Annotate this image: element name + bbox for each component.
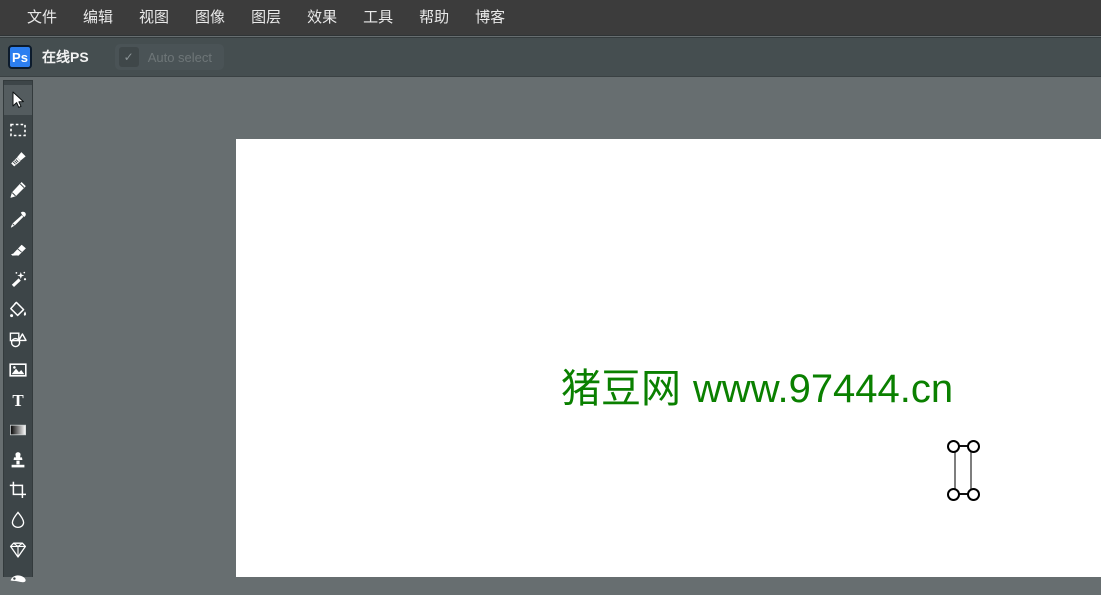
transform-handle-top-left[interactable] [947, 440, 960, 453]
tool-gradient[interactable] [4, 415, 32, 445]
tool-blur[interactable] [4, 505, 32, 535]
tool-marquee-select[interactable] [4, 115, 32, 145]
gradient-tool-icon [9, 421, 27, 439]
transform-handle-bottom-right[interactable] [967, 488, 980, 501]
pencil-tool-icon [9, 181, 27, 199]
menu-tools[interactable]: 工具 [350, 4, 406, 31]
eyedropper-tool-icon [9, 211, 27, 229]
transform-bar-left [954, 446, 956, 494]
svg-text:T: T [12, 391, 24, 409]
canvas-area[interactable]: 猪豆网 www.97444.cn [236, 139, 1101, 577]
marquee-select-tool-icon [9, 121, 27, 139]
tool-eraser[interactable] [4, 235, 32, 265]
transform-handle-bottom-left[interactable] [947, 488, 960, 501]
transform-bar-right [970, 446, 972, 494]
menu-bar: 文件 编辑 视图 图像 图层 效果 工具 帮助 博客 [0, 0, 1101, 36]
watermark-latin: www.97444.cn [693, 367, 954, 411]
photoshop-logo-icon: Ps [8, 45, 32, 69]
auto-select-control[interactable]: ✓ Auto select [114, 44, 225, 70]
smudge-tool-icon [9, 571, 27, 589]
auto-select-checkbox[interactable]: ✓ [118, 47, 139, 67]
blur-tool-icon [9, 511, 27, 529]
sharpen-tool-icon [9, 541, 27, 559]
magic-wand-tool-icon [9, 271, 27, 289]
text-tool-icon: T [9, 391, 27, 409]
image-tool-icon [9, 361, 27, 379]
menu-layer[interactable]: 图层 [238, 4, 294, 31]
tool-pencil[interactable] [4, 175, 32, 205]
photoshop-online-app: 文件 编辑 视图 图像 图层 效果 工具 帮助 博客 Ps 在线PS ✓ Aut… [0, 0, 1101, 583]
brush-tool-icon [9, 151, 27, 169]
menu-blog[interactable]: 博客 [462, 4, 518, 31]
app-brand: Ps 在线PS [8, 45, 89, 69]
tool-smudge[interactable] [4, 565, 32, 595]
menu-view[interactable]: 视图 [126, 4, 182, 31]
auto-select-label: Auto select [147, 49, 213, 65]
shape-tool-icon [9, 331, 27, 349]
transform-handle-top-right[interactable] [967, 440, 980, 453]
menu-file[interactable]: 文件 [14, 4, 70, 31]
menu-image[interactable]: 图像 [182, 4, 238, 31]
move-tool-icon [9, 91, 27, 109]
tool-panel: T [3, 80, 33, 583]
transform-selection-widget[interactable] [946, 440, 980, 501]
app-title: 在线PS [42, 49, 89, 65]
crop-tool-icon [9, 481, 27, 499]
tool-sharpen[interactable] [4, 535, 32, 565]
eraser-tool-icon [9, 241, 27, 259]
clone-stamp-tool-icon [9, 451, 27, 469]
menu-edit[interactable]: 编辑 [70, 4, 126, 31]
menu-effects[interactable]: 效果 [294, 4, 350, 31]
tool-crop[interactable] [4, 475, 32, 505]
tool-magic-wand[interactable] [4, 265, 32, 295]
tool-clone-stamp[interactable] [4, 445, 32, 475]
options-bar: Ps 在线PS ✓ Auto select [0, 37, 1101, 77]
watermark-cjk: 猪豆网 [561, 366, 681, 412]
tool-brush[interactable] [4, 145, 32, 175]
tool-shape[interactable] [4, 325, 32, 355]
tool-image[interactable] [4, 355, 32, 385]
tool-text[interactable]: T [4, 385, 32, 415]
tool-paint-bucket[interactable] [4, 295, 32, 325]
tool-eyedropper[interactable] [4, 205, 32, 235]
menu-help[interactable]: 帮助 [406, 4, 462, 31]
canvas-watermark-text: 猪豆网 www.97444.cn [561, 369, 953, 409]
paint-bucket-tool-icon [9, 301, 27, 319]
tool-move[interactable] [4, 85, 32, 115]
